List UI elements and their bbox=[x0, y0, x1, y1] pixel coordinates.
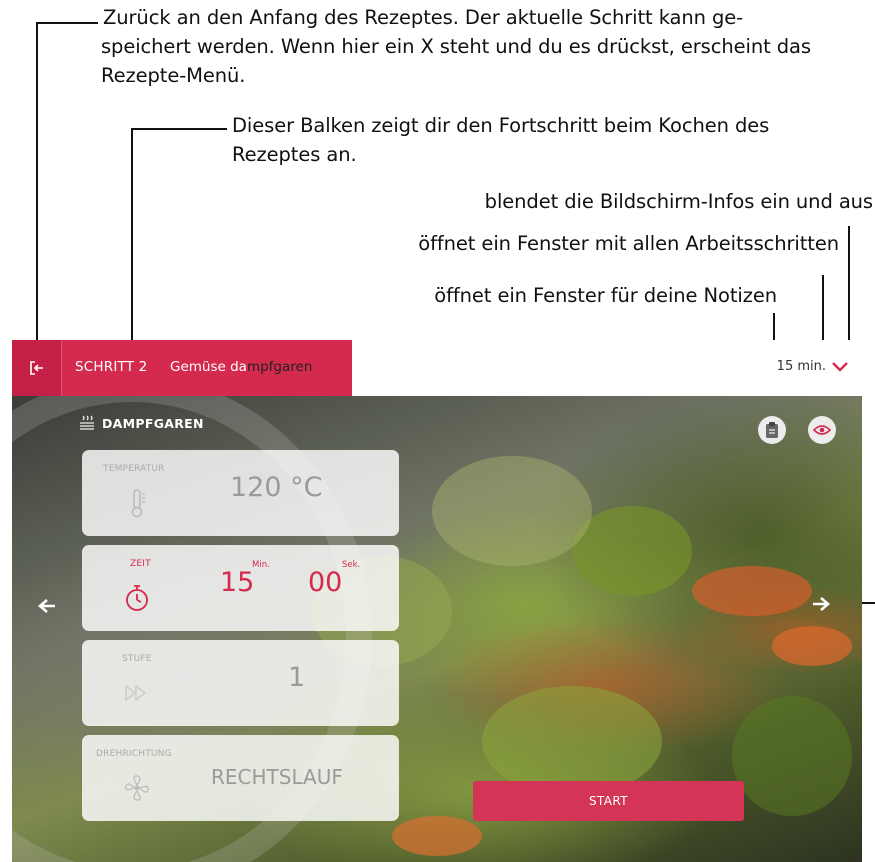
eye-icon bbox=[813, 425, 831, 435]
time-seconds-unit: Sek. bbox=[342, 560, 361, 570]
photo-broccoli-3 bbox=[482, 686, 662, 796]
annotation-progress-bar: Dieser Balken zeigt dir den Fortschritt … bbox=[232, 114, 770, 166]
photo-carrot-2 bbox=[772, 626, 852, 666]
photo-carrot-3 bbox=[392, 816, 482, 856]
annotation-back-button: Zurück an den Anfang des Rezeptes. Der a… bbox=[101, 3, 873, 90]
fan-icon bbox=[125, 775, 149, 801]
notes-icon bbox=[766, 422, 778, 438]
time-seconds: 00 bbox=[308, 567, 343, 598]
fast-forward-icon bbox=[125, 684, 147, 702]
leader-line-steps-v bbox=[822, 275, 824, 350]
step-title-rest: mpfgaren bbox=[246, 359, 313, 375]
leader-line-bar-v bbox=[131, 128, 133, 342]
exit-icon bbox=[29, 361, 43, 375]
annotation-back-line1: Zurück an den Anfang des Rezeptes. Der a… bbox=[103, 6, 744, 29]
annotation-eye: blendet die Bildschirm-Infos ein und aus bbox=[484, 190, 873, 213]
arrow-right-icon[interactable] bbox=[812, 597, 830, 611]
level-value: 1 bbox=[288, 662, 306, 693]
step-title-highlight: Gemüse da bbox=[170, 359, 247, 375]
notes-button[interactable] bbox=[758, 416, 786, 444]
time-card[interactable]: ZEIT 15 Min. 00 Sek. bbox=[82, 545, 399, 631]
time-minutes: 15 bbox=[220, 567, 255, 598]
photo-carrot-1 bbox=[692, 566, 812, 616]
recipe-screen: SCHRITT 2 Gemüse dampfgaren 15 min. DAMP… bbox=[12, 340, 862, 862]
annotation-steps: öffnet ein Fenster mit allen Arbeitsschr… bbox=[418, 232, 839, 255]
start-button[interactable]: START bbox=[473, 781, 744, 821]
back-button[interactable] bbox=[12, 340, 62, 396]
leader-line-bar-h bbox=[131, 128, 227, 130]
thermometer-icon bbox=[131, 489, 145, 518]
steam-icon bbox=[80, 415, 94, 430]
direction-value: RECHTSLAUF bbox=[211, 765, 343, 789]
mode-label: DAMPFGAREN bbox=[102, 416, 204, 431]
annotation-notes: öffnet ein Fenster für deine Notizen bbox=[434, 284, 777, 307]
temperature-label: TEMPERATUR bbox=[103, 464, 165, 474]
leader-line-back-h bbox=[36, 22, 98, 24]
photo-broccoli-4 bbox=[732, 696, 852, 816]
top-bar: SCHRITT 2 Gemüse dampfgaren 15 min. bbox=[12, 340, 862, 396]
level-label: STUFE bbox=[122, 654, 152, 664]
step-number: SCHRITT 2 bbox=[75, 359, 148, 375]
direction-card[interactable]: DREHRICHTUNG RECHTSLAUF bbox=[82, 735, 399, 821]
time-minutes-unit: Min. bbox=[252, 560, 270, 570]
time-label: ZEIT bbox=[130, 559, 151, 569]
photo-broccoli-2 bbox=[432, 456, 592, 566]
chevron-down-icon[interactable] bbox=[830, 356, 850, 376]
step-duration: 15 min. bbox=[776, 359, 826, 374]
direction-label: DREHRICHTUNG bbox=[96, 749, 172, 759]
leader-line-back-v bbox=[36, 22, 38, 342]
temperature-card[interactable]: TEMPERATUR 120 °C bbox=[82, 450, 399, 536]
temperature-value: 120 °C bbox=[230, 472, 323, 503]
step-title: Gemüse dampfgaren bbox=[170, 359, 312, 375]
eye-button[interactable] bbox=[808, 416, 836, 444]
annotation-back-rest: speichert werden. Wenn hier ein X steht … bbox=[101, 35, 811, 87]
level-card[interactable]: STUFE 1 bbox=[82, 640, 399, 726]
timer-icon bbox=[126, 585, 148, 611]
arrow-left-icon[interactable] bbox=[38, 599, 56, 613]
